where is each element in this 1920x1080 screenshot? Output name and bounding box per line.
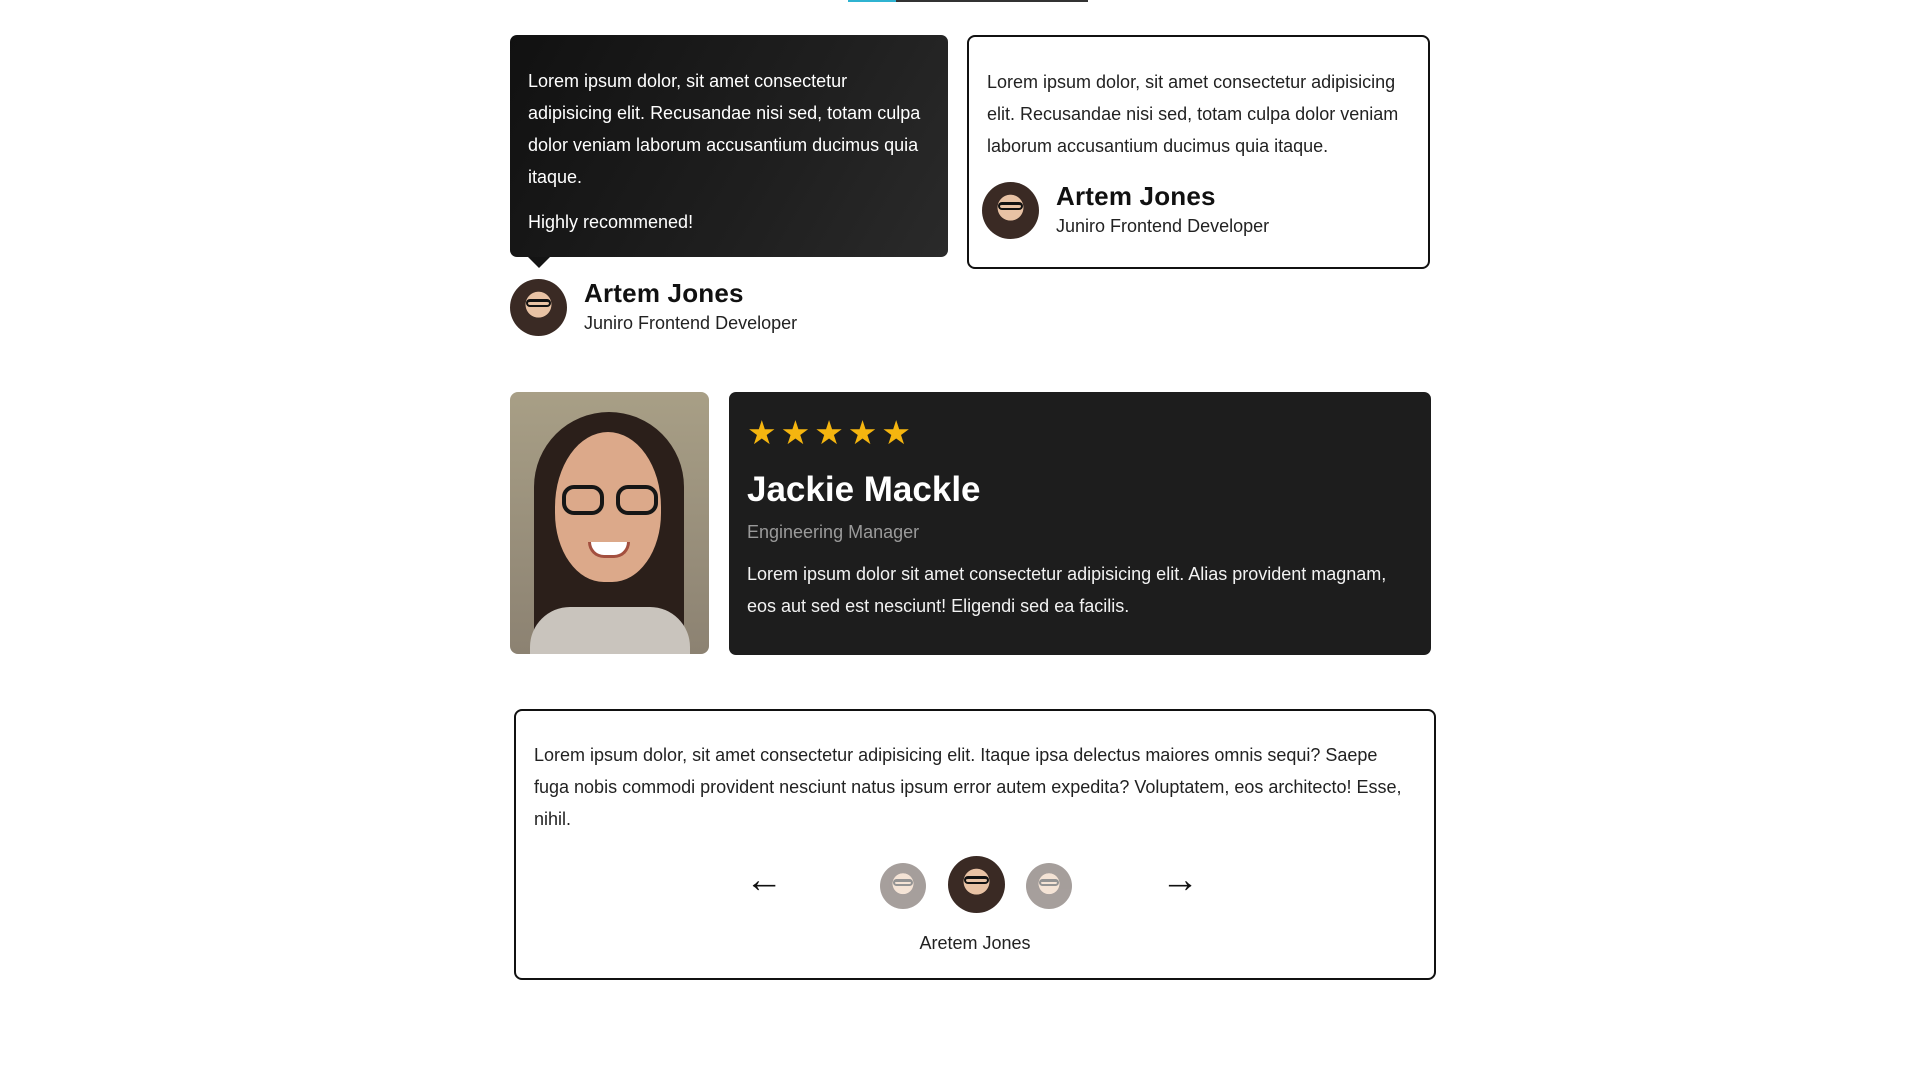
testimonials-page: Lorem ipsum dolor, sit amet consectetur … bbox=[0, 0, 1920, 1080]
star-icon: ★ bbox=[747, 414, 777, 451]
testimonial-quote: Lorem ipsum dolor, sit amet consectetur … bbox=[987, 72, 1399, 156]
reviewer-role: Engineering Manager bbox=[747, 522, 920, 542]
carousel-thumbnails bbox=[880, 856, 1080, 916]
star-icon: ★ bbox=[847, 414, 878, 451]
author-name: Artem Jones bbox=[584, 278, 744, 308]
star-rating: ★ ★ ★ ★ ★ bbox=[747, 414, 1413, 451]
testimonial-author: Artem Jones Juniro Frontend Developer bbox=[510, 277, 797, 337]
testimonial-author: Artem Jones Juniro Frontend Developer bbox=[982, 180, 1269, 240]
avatar bbox=[982, 181, 1039, 239]
carousel-quote: Lorem ipsum dolor, sit amet consectetur … bbox=[534, 745, 1402, 829]
star-icon: ★ bbox=[780, 414, 811, 451]
testimonial-panel-dark: ★ ★ ★ ★ ★ Jackie Mackle Engineering Mana… bbox=[729, 392, 1431, 655]
carousel-thumb-next[interactable] bbox=[1026, 863, 1072, 909]
carousel-thumb-active[interactable] bbox=[948, 856, 1005, 913]
testimonial-quote: Lorem ipsum dolor, sit amet consectetur … bbox=[528, 71, 921, 187]
star-icon: ★ bbox=[881, 414, 911, 451]
arrow-left-icon[interactable]: ← bbox=[744, 860, 784, 900]
profile-photo bbox=[510, 392, 709, 654]
avatar bbox=[510, 278, 567, 336]
author-name: Artem Jones bbox=[1056, 181, 1216, 211]
author-role: Juniro Frontend Developer bbox=[584, 313, 798, 333]
star-icon: ★ bbox=[814, 414, 844, 451]
reviewer-name: Jackie Mackle bbox=[747, 470, 981, 509]
top-tab-indicator[interactable] bbox=[848, 0, 1088, 2]
author-role: Juniro Frontend Developer bbox=[1056, 216, 1270, 236]
review-text: Lorem ipsum dolor sit amet consectetur a… bbox=[747, 564, 1387, 616]
arrow-right-icon[interactable]: → bbox=[1160, 860, 1200, 900]
testimonial-carousel: Lorem ipsum dolor, sit amet consectetur … bbox=[514, 709, 1436, 980]
testimonial-highlight: Highly recommened! bbox=[528, 212, 694, 232]
active-tab-underline bbox=[848, 0, 896, 2]
testimonial-bubble-dark: Lorem ipsum dolor, sit amet consectetur … bbox=[510, 35, 948, 268]
carousel-author-name: Aretem Jones bbox=[919, 933, 1031, 953]
carousel-thumb-prev[interactable] bbox=[880, 863, 926, 909]
